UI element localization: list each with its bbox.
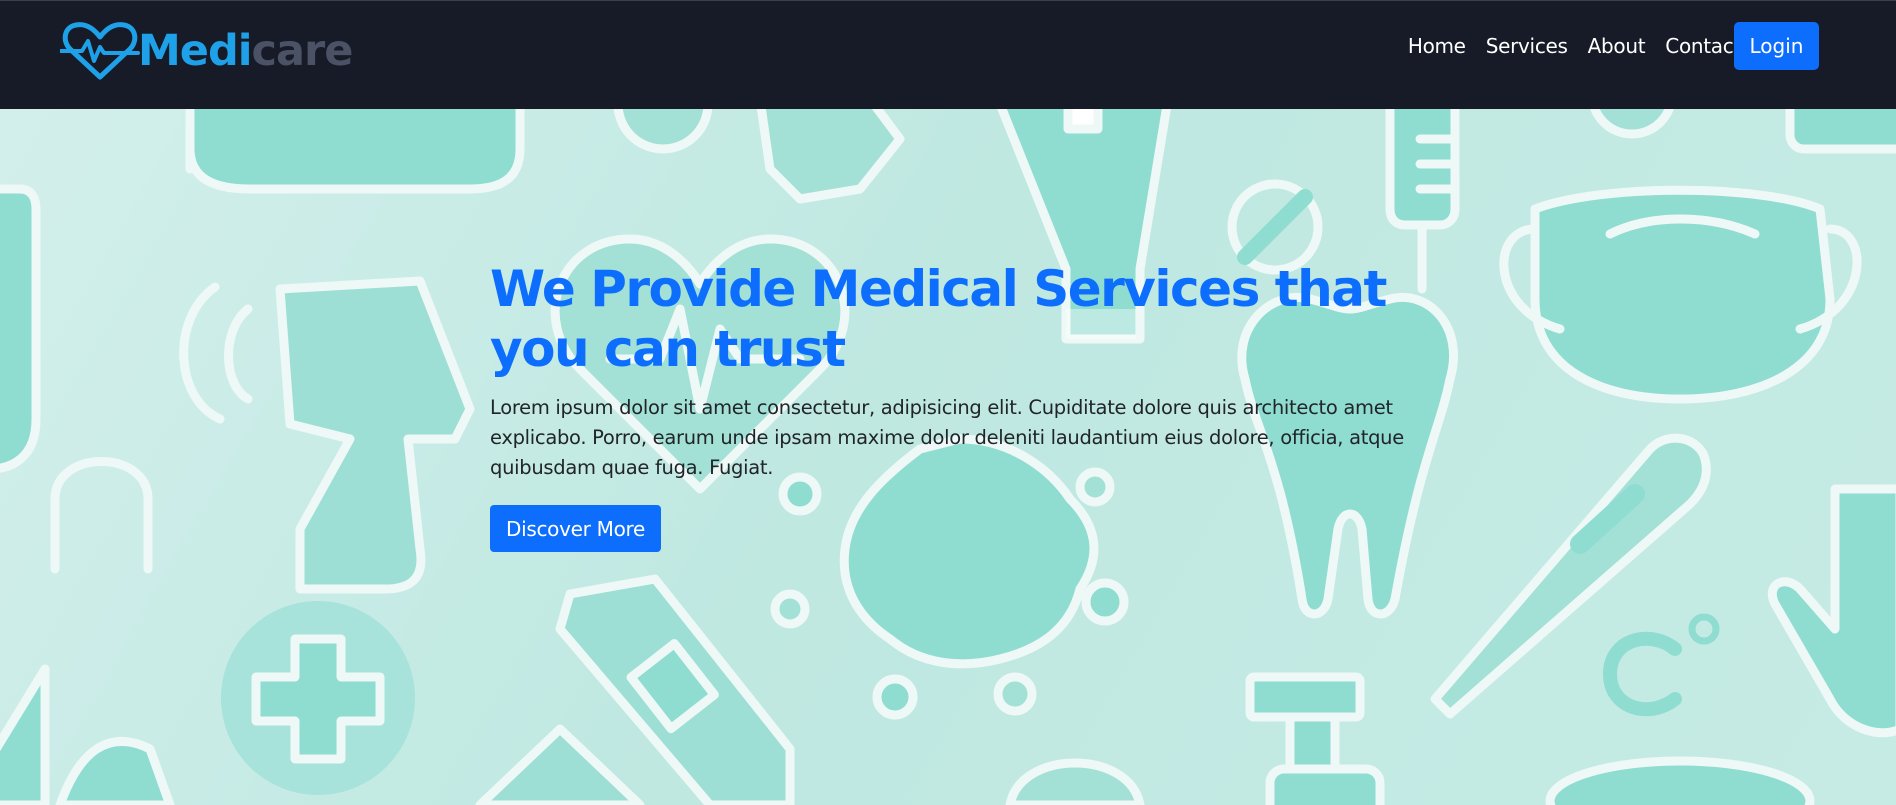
- nav-link-contact[interactable]: Contact: [1665, 34, 1741, 58]
- login-button[interactable]: Login: [1734, 22, 1819, 70]
- medical-cross-icon: [221, 601, 415, 795]
- pill-bottle-icon: [0, 184, 41, 473]
- hero-content: We Provide Medical Services that you can…: [490, 259, 1420, 552]
- face-mask-icon: [1499, 185, 1862, 404]
- sound-waves-icon: [179, 282, 253, 424]
- capsule-icon: [1590, 109, 1674, 139]
- hero-description: Lorem ipsum dolor sit amet consectetur, …: [490, 396, 1404, 479]
- nav-link-home[interactable]: Home: [1408, 34, 1466, 58]
- medkit-icon: [475, 724, 645, 805]
- pill-icon: [613, 109, 713, 154]
- brand-name: Medicare: [138, 29, 353, 73]
- microscope-icon: [1005, 758, 1145, 805]
- tablet-icon: [1785, 109, 1896, 154]
- top-navbar: Medicare Home Services About Contact Log…: [0, 0, 1896, 109]
- heart-pulse-icon: [60, 19, 142, 83]
- celsius-icon: [1603, 613, 1720, 717]
- brand-logo[interactable]: Medicare: [60, 19, 353, 83]
- thermometer-gun-icon: [275, 276, 475, 594]
- soap-bottle-icon: [1245, 672, 1385, 805]
- nav-link-services[interactable]: Services: [1486, 34, 1568, 58]
- stethoscope-icon: [50, 457, 153, 574]
- brand-name-part2: care: [251, 25, 353, 76]
- prohibited-icon: [1227, 179, 1323, 275]
- hero-title: We Provide Medical Services that you can…: [490, 260, 1387, 378]
- glove-icon: [1767, 484, 1896, 738]
- brand-name-part1: Medi: [138, 25, 252, 76]
- discover-more-button[interactable]: Discover More: [490, 505, 662, 552]
- petri-dish-icon: [1545, 756, 1815, 805]
- hero-section: We Provide Medical Services that you can…: [0, 109, 1896, 805]
- nav-link-about[interactable]: About: [1588, 34, 1646, 58]
- face-mask-icon: [185, 109, 525, 194]
- ribbon-icon: [756, 109, 905, 204]
- thermometer-icon: [1430, 433, 1711, 719]
- lungs-icon: [0, 664, 175, 805]
- nav-menu: Home Services About Contact: [1388, 23, 1741, 69]
